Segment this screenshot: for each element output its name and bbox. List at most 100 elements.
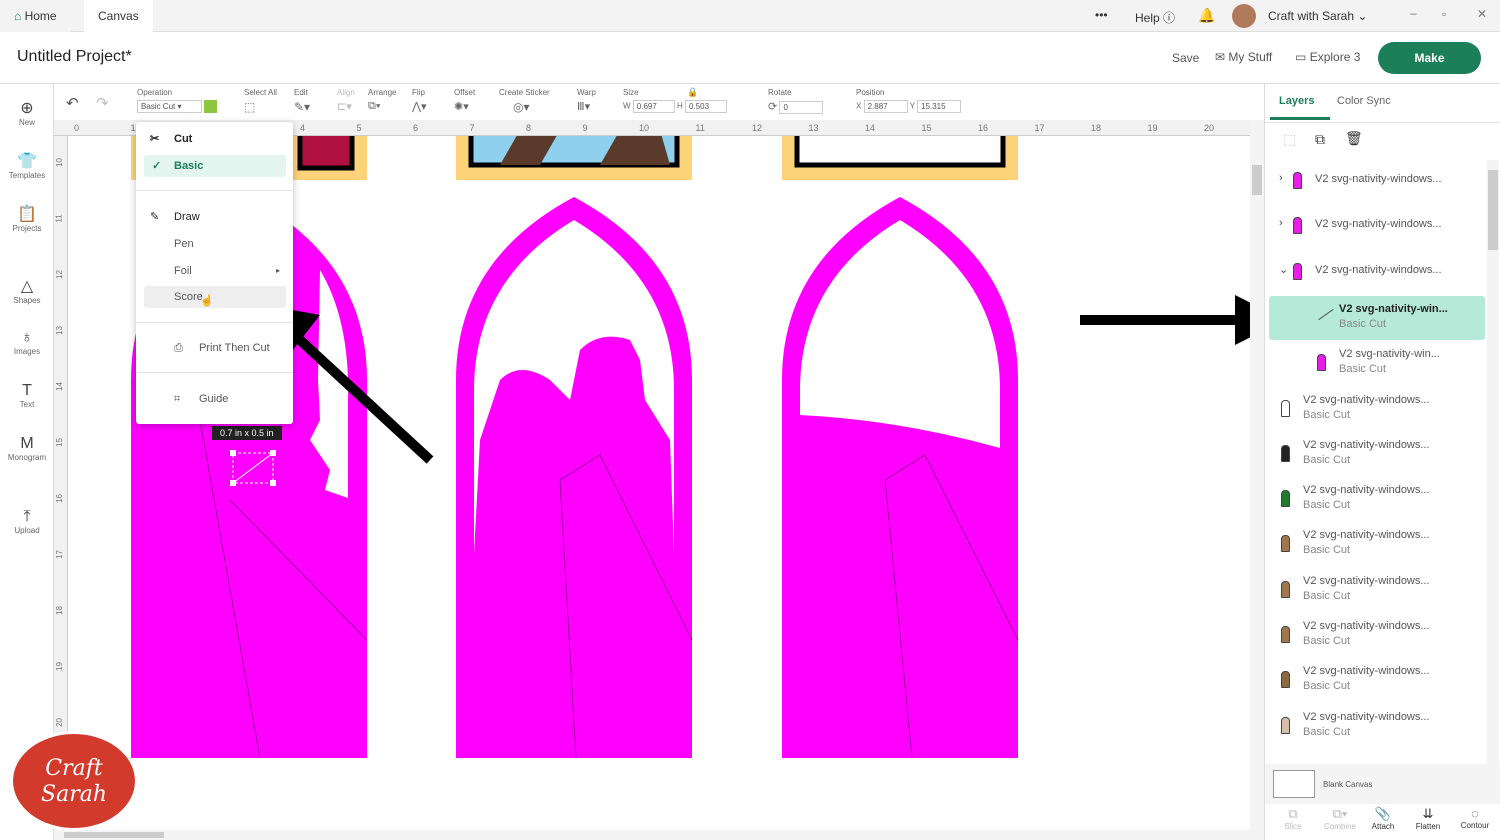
nav-shapes[interactable]: △ Shapes [0, 276, 54, 305]
nav-templates[interactable]: 👕 Templates [0, 151, 54, 180]
attach-button[interactable]: 📎 Attach [1365, 806, 1401, 831]
bell-icon[interactable]: 🔔 [1198, 7, 1215, 24]
offset-icon: ✺▾ [454, 101, 469, 113]
menu-item-guide[interactable]: ⌗ Guide [144, 388, 286, 410]
line-thumbnail-icon [1318, 308, 1334, 320]
ruler-tick-label: 11 [695, 123, 705, 133]
canvas-vertical-scrollbar[interactable] [1250, 120, 1264, 840]
layer-item[interactable]: ⌄ V2 svg-nativity-windows... [1269, 251, 1485, 295]
lock-icon[interactable]: 🔒 [687, 87, 698, 98]
combine-button[interactable]: ⧉▾ Combine [1320, 806, 1360, 831]
slice-button[interactable]: ⧉ Slice [1275, 806, 1311, 831]
layer-thumbnail-icon [1281, 716, 1290, 734]
make-button[interactable]: Make [1378, 42, 1481, 74]
layer-operation: Basic Cut [1303, 589, 1351, 602]
layer-item[interactable]: V2 svg-nativity-windows... [1269, 749, 1485, 760]
help-button[interactable]: Help ⓘ [1135, 9, 1175, 26]
height-input[interactable]: 0.503 [685, 100, 728, 113]
nav-text[interactable]: T Text [0, 382, 54, 409]
layer-item[interactable]: V2 svg-nativity-windows... Basic Cut [1269, 658, 1485, 702]
layer-name: V2 svg-nativity-windows... [1303, 484, 1430, 497]
layers-scrollbar[interactable] [1487, 160, 1499, 765]
layer-item[interactable]: › V2 svg-nativity-windows... [1269, 160, 1485, 204]
tab-layers[interactable]: Layers [1279, 95, 1314, 107]
layer-list: › V2 svg-nativity-windows... › V2 svg-nativ… [1265, 160, 1487, 760]
layer-item[interactable]: V2 svg-nativity-windows... Basic Cut [1269, 613, 1485, 657]
undo-button[interactable]: ↶ [66, 94, 79, 112]
layer-operation: Basic Cut [1339, 317, 1387, 330]
home-icon: ⌂ [14, 9, 25, 23]
canvas-horizontal-scrollbar[interactable] [54, 830, 1250, 840]
slice-label: Slice [1284, 822, 1302, 831]
machine-button[interactable]: ▭ Explore 3 [1295, 50, 1360, 64]
more-button[interactable]: ••• [1095, 8, 1108, 22]
redo-button[interactable]: ↷ [96, 94, 109, 112]
flip-label: Flip [412, 88, 425, 97]
operation-select[interactable]: Basic Cut ▾ [137, 100, 202, 113]
ruler-tick-label: 12 [752, 123, 763, 133]
tab-home[interactable]: ⌂ Home [0, 0, 71, 32]
tab-canvas[interactable]: Canvas [84, 0, 153, 32]
menu-item-foil[interactable]: Foil ▸ [144, 260, 286, 282]
y-input[interactable]: 15.315 [917, 100, 962, 113]
layer-name: V2 svg-nativity-windows... [1303, 574, 1430, 587]
expand-chevron-icon[interactable]: › [1279, 172, 1283, 184]
maximize-button[interactable]: ▫ [1442, 7, 1446, 21]
nav-monogram[interactable]: M Monogram [0, 435, 54, 462]
minimize-button[interactable]: – [1410, 6, 1417, 20]
rotate-input[interactable]: 0 [779, 101, 824, 115]
expand-chevron-icon[interactable]: ⌄ [1279, 263, 1288, 276]
machine-label: Explore 3 [1309, 50, 1361, 64]
arrange-button[interactable]: Arrange ⧉▾ [368, 88, 396, 113]
create-sticker-button[interactable]: Create Sticker ◎▾ [499, 88, 550, 114]
project-title[interactable]: Untitled Project* [17, 48, 132, 66]
nav-new[interactable]: ⊕ New [0, 98, 54, 127]
my-stuff-button[interactable]: ✉ My Stuff [1215, 50, 1272, 64]
ruler-tick-label: 19 [54, 662, 64, 671]
menu-item-score[interactable]: Score ☝ [144, 286, 286, 308]
layer-item[interactable]: V2 svg-nativity-windows... Basic Cut [1269, 522, 1485, 566]
offset-button[interactable]: Offset ✺▾ [454, 88, 475, 113]
menu-score-label: Score [174, 291, 203, 303]
duplicate-icon[interactable]: ⧉ [1315, 131, 1325, 148]
layer-item[interactable]: V2 svg-nativity-win... Basic Cut [1269, 341, 1485, 385]
flip-button[interactable]: Flip ⋀▾ [412, 88, 427, 113]
trash-icon[interactable]: 🗑 [1345, 130, 1363, 147]
avatar[interactable] [1232, 4, 1256, 28]
align-button[interactable]: Align ⊏▾ [337, 88, 355, 113]
layer-item[interactable]: V2 svg-nativity-windows... Basic Cut [1269, 477, 1485, 521]
blank-canvas-row[interactable]: Blank Canvas [1265, 764, 1500, 804]
close-button[interactable]: ✕ [1477, 7, 1487, 21]
shapes-icon: △ [20, 278, 34, 295]
layer-item[interactable]: V2 svg-nativity-windows... Basic Cut [1269, 432, 1485, 476]
nav-images[interactable]: ♁ Images [0, 329, 54, 356]
layer-item[interactable]: V2 svg-nativity-windows... Basic Cut [1269, 387, 1485, 431]
layer-item[interactable]: V2 svg-nativity-windows... Basic Cut [1269, 568, 1485, 612]
layer-item[interactable]: V2 svg-nativity-win... Basic Cut [1269, 295, 1485, 340]
layer-item[interactable]: › V2 svg-nativity-windows... [1269, 205, 1485, 249]
flatten-button[interactable]: ⇊ Flatten [1410, 806, 1446, 831]
expand-chevron-icon[interactable]: › [1279, 217, 1283, 229]
group-icon[interactable]: ⬚ [1283, 131, 1296, 148]
menu-item-basic[interactable]: ✓ Basic [144, 155, 286, 177]
select-all-button[interactable]: Select All ⬚ [244, 88, 277, 114]
account-menu[interactable]: Craft with Sarah ⌄ [1268, 9, 1367, 23]
warp-button[interactable]: Warp Ⅲ▾ [577, 88, 596, 113]
tab-color-sync[interactable]: Color Sync [1337, 95, 1391, 107]
layer-item[interactable]: V2 svg-nativity-windows... Basic Cut [1269, 704, 1485, 748]
menu-item-print-then-cut[interactable]: ⎙ Print Then Cut [144, 337, 286, 359]
nav-projects[interactable]: 📋 Projects [0, 204, 54, 233]
nav-upload[interactable]: ⤒ Upload [0, 508, 54, 535]
save-button[interactable]: Save [1172, 51, 1199, 65]
contour-button[interactable]: ◌ Contour [1455, 806, 1495, 830]
operation-color-swatch[interactable] [204, 100, 218, 113]
edit-button[interactable]: Edit ✎▾ [294, 88, 310, 114]
nav-new-label: New [18, 118, 35, 127]
x-input[interactable]: 2.887 [863, 100, 908, 113]
menu-item-pen[interactable]: Pen [144, 233, 286, 255]
edit-label: Edit [294, 88, 308, 97]
rotate-label: Rotate [768, 88, 792, 97]
width-input[interactable]: 0.697 [632, 100, 675, 113]
width-label: W [623, 101, 631, 111]
warp-icon: Ⅲ▾ [577, 101, 591, 113]
